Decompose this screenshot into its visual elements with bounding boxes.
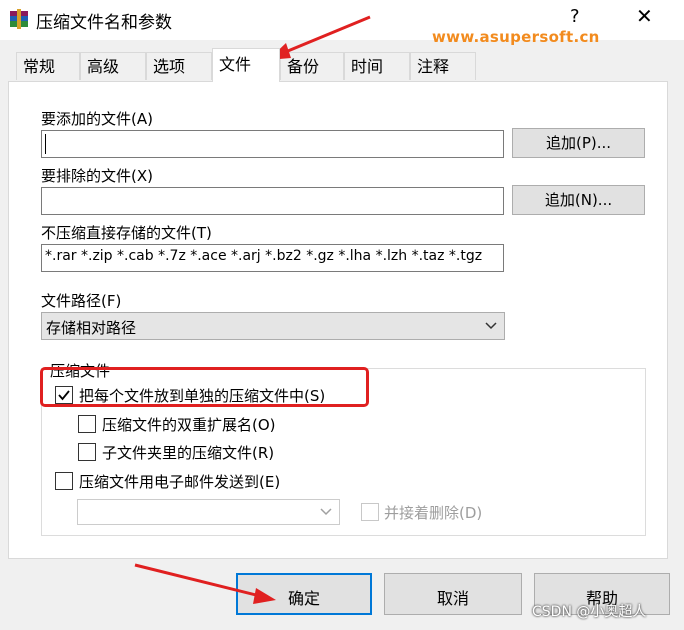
- tab-files[interactable]: 文件: [212, 48, 280, 82]
- arrow-to-files-tab: [268, 15, 371, 60]
- arrow-to-ok-button: [134, 563, 276, 604]
- annotation-arrows: [134, 15, 371, 604]
- dialog: 压缩文件名和参数 ? ✕ www.asupersoft.cn 常规 高级 选项 …: [0, 0, 684, 630]
